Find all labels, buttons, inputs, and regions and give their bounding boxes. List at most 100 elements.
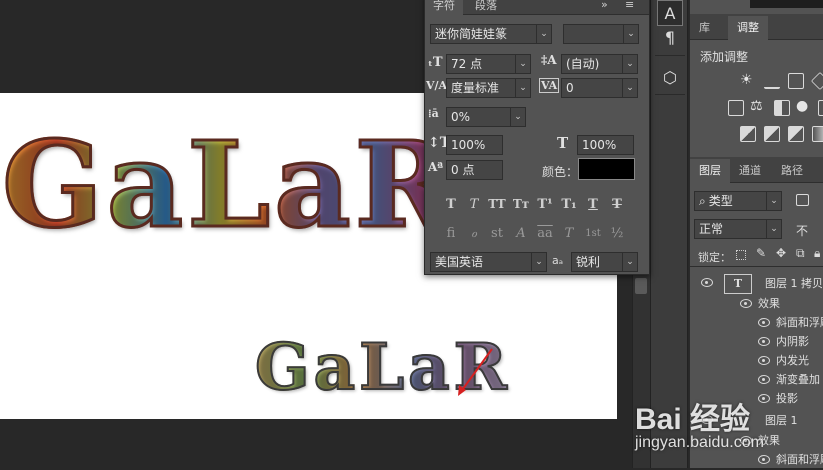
layer-effects-row[interactable]: 效果: [690, 294, 823, 314]
invert-icon[interactable]: [740, 126, 756, 142]
visibility-eye-icon[interactable]: [758, 356, 770, 365]
tsume-field[interactable]: 0% ⌄: [446, 107, 526, 127]
antialias-select[interactable]: 锐利 ⌄: [571, 252, 638, 272]
layer-name: 图层 1 拷贝: [765, 277, 823, 290]
fractions-button[interactable]: ½: [606, 223, 628, 243]
font-style-select[interactable]: ⌄: [563, 24, 639, 44]
layer-effect-row[interactable]: 渐变叠加: [690, 370, 823, 390]
text-color-swatch[interactable]: [578, 158, 635, 180]
lock-all-icon[interactable]: 🔒︎: [814, 246, 820, 261]
ordinals-button[interactable]: 1st: [582, 223, 604, 243]
layer-effect-row[interactable]: 内发光: [690, 351, 823, 371]
effect-name: 渐变叠加: [776, 373, 820, 386]
tab-libraries[interactable]: 库: [690, 16, 719, 40]
baseline-shift-value: 0 点: [451, 163, 475, 177]
vertical-scale-field[interactable]: 100%: [446, 135, 503, 155]
tab-adjustments[interactable]: 调整: [728, 16, 768, 40]
gradient-map-icon[interactable]: [812, 126, 823, 142]
horizontal-scale-field[interactable]: 100%: [577, 135, 634, 155]
chevron-down-icon: ⌄: [622, 55, 637, 73]
contextual-alternates-button[interactable]: ℴ: [463, 223, 485, 243]
chevron-down-icon: ⌄: [536, 25, 551, 43]
brightness-icon[interactable]: ☀: [740, 72, 753, 88]
visibility-eye-icon[interactable]: [758, 375, 770, 384]
watermark-url: jingyan.baidu.com: [635, 434, 764, 451]
vibrance-icon[interactable]: [728, 100, 744, 116]
lock-position-icon[interactable]: ✥: [776, 246, 786, 260]
visibility-eye-icon[interactable]: [740, 299, 752, 308]
posterize-icon[interactable]: [764, 126, 780, 142]
visibility-eye-icon[interactable]: [758, 318, 770, 327]
chevron-down-icon: ⌄: [515, 55, 530, 73]
channel-mixer-icon[interactable]: [818, 100, 823, 116]
tab-paragraph[interactable]: 段落: [467, 0, 505, 15]
font-family-select[interactable]: 迷你简娃娃篆 ⌄: [430, 24, 552, 44]
blend-mode-select[interactable]: 正常 ⌄: [694, 219, 782, 239]
all-caps-button[interactable]: TT: [486, 194, 508, 214]
visibility-eye-icon[interactable]: [758, 337, 770, 346]
panel-menu-icon[interactable]: ≡: [625, 0, 634, 14]
character-panel: 字符 段落 » ≡ 迷你简娃娃篆 ⌄ ⌄ ₜT 72 点 ⌄ ‡A (自动) ⌄…: [424, 0, 650, 275]
subscript-button[interactable]: T₁: [558, 194, 580, 214]
lock-paint-icon[interactable]: ✎: [756, 246, 766, 260]
font-family-value: 迷你简娃娃篆: [435, 27, 508, 41]
language-select[interactable]: 美国英语 ⌄: [430, 252, 547, 272]
3d-panel-icon[interactable]: ⬡: [657, 64, 683, 90]
kerning-field[interactable]: 度量标准 ⌄: [446, 78, 531, 98]
layer-effect-row[interactable]: 斜面和浮雕: [690, 313, 823, 333]
antialias-value: 锐利: [576, 255, 601, 269]
color-balance-icon[interactable]: ⚖: [750, 98, 763, 114]
levels-icon[interactable]: [764, 73, 780, 89]
leading-field[interactable]: (自动) ⌄: [561, 54, 638, 74]
image-filter-icon[interactable]: [796, 194, 809, 206]
adjustments-title: 添加调整: [700, 50, 749, 64]
chevron-down-icon: ⌄: [622, 253, 637, 271]
tracking-field[interactable]: 0 ⌄: [561, 78, 638, 98]
threshold-icon[interactable]: [788, 126, 804, 142]
superscript-button[interactable]: T¹: [534, 194, 556, 214]
character-panel-icon[interactable]: A: [657, 0, 683, 26]
tab-channels[interactable]: 通道: [730, 159, 770, 183]
tab-paths[interactable]: 路径: [772, 159, 812, 183]
collapse-icon[interactable]: »: [601, 0, 608, 14]
strikethrough-button[interactable]: T: [606, 194, 628, 214]
photo-filter-icon[interactable]: ●: [796, 98, 808, 114]
scrollbar-thumb[interactable]: [635, 278, 647, 294]
baseline-shift-icon: Aª: [428, 160, 444, 174]
discretionary-ligatures-button[interactable]: st: [486, 223, 508, 243]
lock-transparent-icon[interactable]: [736, 250, 746, 260]
exposure-icon[interactable]: [810, 71, 823, 91]
adjustments-tabbar: 库 调整: [690, 14, 823, 40]
layer-row[interactable]: T 图层 1 拷贝: [690, 273, 823, 295]
curves-icon[interactable]: [788, 73, 804, 89]
black-white-icon[interactable]: [774, 100, 790, 116]
antialias-icon: aₐ: [552, 254, 564, 267]
font-size-icon: ₜT: [428, 55, 443, 70]
baseline-shift-field[interactable]: 0 点: [446, 160, 503, 180]
layers-divider: [690, 266, 823, 267]
underline-button[interactable]: T: [582, 194, 604, 214]
tracking-icon: VA: [539, 78, 560, 93]
effect-name: 内阴影: [776, 335, 809, 348]
horizontal-scale-icon: T: [557, 134, 569, 152]
small-caps-button[interactable]: Tт: [510, 194, 532, 214]
faux-italic-button[interactable]: T: [463, 194, 485, 214]
visibility-eye-icon[interactable]: [701, 278, 713, 287]
layer-filter-select[interactable]: ⌕ 类型 ⌄: [694, 191, 782, 211]
vertical-scale-value: 100%: [451, 138, 486, 152]
tab-layers[interactable]: 图层: [690, 159, 730, 183]
chevron-down-icon: ⌄: [766, 220, 781, 238]
stylistic-alternates-button[interactable]: aa: [534, 223, 556, 243]
swash-button[interactable]: A: [510, 223, 532, 243]
header-strip: [750, 0, 823, 8]
arrow-to-small-text: [459, 348, 493, 394]
standard-ligatures-button[interactable]: fi: [440, 223, 462, 243]
paragraph-panel-icon[interactable]: ¶: [657, 24, 683, 50]
layer-effect-row[interactable]: 内阴影: [690, 332, 823, 352]
tab-character[interactable]: 字符: [425, 0, 463, 15]
layers-tabbar: 图层 通道 路径: [690, 157, 823, 183]
font-size-field[interactable]: 72 点 ⌄: [446, 54, 531, 74]
lock-artboard-icon[interactable]: ⧉: [796, 246, 805, 261]
titling-alternates-button[interactable]: T: [558, 223, 580, 243]
faux-bold-button[interactable]: T: [440, 194, 462, 214]
